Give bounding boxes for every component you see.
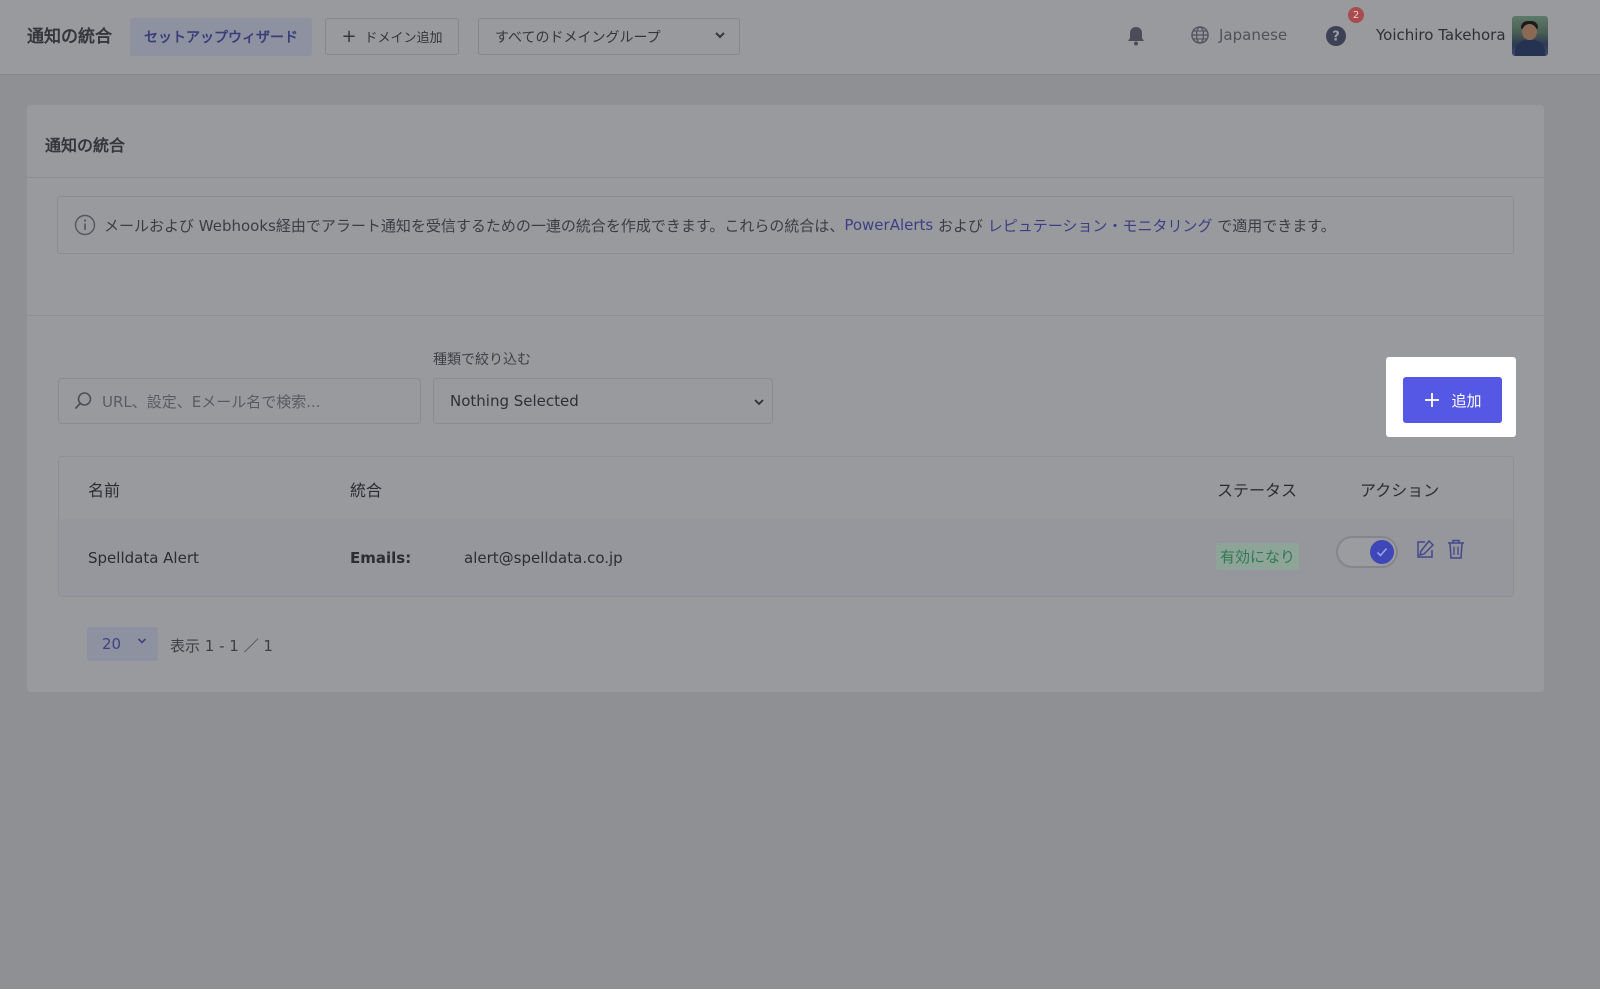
- page-title: 通知の統合: [45, 136, 126, 155]
- plus-icon: +: [341, 25, 357, 47]
- row-integration-value: alert@spelldata.co.jp: [464, 549, 623, 567]
- svg-text:?: ?: [1332, 30, 1340, 45]
- info-text-after: で適用できます。: [1212, 216, 1336, 235]
- language-label: Japanese: [1219, 26, 1288, 44]
- page-size-select[interactable]: 20: [87, 627, 158, 661]
- app-page-title: 通知の統合: [27, 27, 112, 47]
- poweralerts-link[interactable]: PowerAlerts: [844, 216, 933, 234]
- check-icon: [1370, 540, 1394, 564]
- avatar[interactable]: [1512, 16, 1548, 56]
- add-domain-label: ドメイン追加: [364, 31, 443, 46]
- status-badge: 有効になり: [1216, 543, 1300, 570]
- user-name[interactable]: Yoichiro Takehora: [1376, 26, 1506, 44]
- edit-icon[interactable]: [1414, 538, 1436, 560]
- column-header-status: ステータス: [1217, 481, 1298, 500]
- column-header-name: 名前: [88, 481, 121, 500]
- chevron-down-icon: [715, 32, 725, 39]
- column-header-actions: アクション: [1360, 481, 1440, 500]
- bell-icon[interactable]: [1124, 24, 1148, 48]
- search-input[interactable]: URL、設定、Eメール名で検索...: [58, 378, 421, 424]
- add-integration-button[interactable]: 追加: [1403, 377, 1502, 423]
- plus-icon: [1425, 393, 1440, 407]
- domain-group-select[interactable]: すべてのドメイングループ: [478, 18, 740, 55]
- language-selector[interactable]: Japanese: [1190, 25, 1287, 45]
- info-banner: メールおよび Webhooks経由でアラート通知を受信するための一連の統合を作成…: [57, 196, 1514, 254]
- type-filter-select[interactable]: Nothing Selected: [433, 378, 773, 424]
- search-icon: [73, 391, 93, 411]
- reputation-monitoring-link[interactable]: レピュテーション・モニタリング: [988, 215, 1213, 236]
- integrations-table: 名前 統合 ステータス アクション Spelldata Alert Emails…: [58, 456, 1514, 597]
- card-header: 通知の統合: [27, 105, 1544, 178]
- top-bar: 通知の統合 セットアップウィザード + ドメイン追加 すべてのドメイングループ …: [0, 0, 1600, 74]
- integrations-card: 通知の統合 メールおよび Webhooks経由でアラート通知を受信するための一連…: [27, 105, 1544, 692]
- add-domain-button[interactable]: + ドメイン追加: [325, 18, 459, 55]
- chevron-down-icon: [137, 638, 147, 644]
- domain-group-selected: すべてのドメイングループ: [495, 29, 661, 46]
- table-header: 名前 統合 ステータス アクション: [59, 457, 1513, 519]
- add-button-label: 追加: [1451, 391, 1482, 410]
- chevron-down-icon: [754, 399, 764, 406]
- info-text-before: メールおよび Webhooks経由でアラート通知を受信するための一連の統合を作成…: [104, 216, 845, 235]
- row-integration-label: Emails:: [350, 549, 412, 567]
- row-name: Spelldata Alert: [88, 549, 199, 567]
- table-row[interactable]: Spelldata Alert Emails: alert@spelldata.…: [59, 519, 1513, 596]
- help-notification-badge: 2: [1348, 7, 1364, 23]
- pagination-range: 表示 1 - 1 ／ 1: [170, 637, 273, 655]
- section-divider: [27, 315, 1544, 316]
- enable-toggle[interactable]: [1336, 536, 1398, 568]
- filter-label: 種類で絞り込む: [433, 352, 531, 368]
- globe-icon: [1191, 26, 1209, 44]
- trash-icon[interactable]: [1445, 538, 1467, 560]
- info-text-middle: および: [933, 216, 988, 235]
- info-icon: [74, 214, 96, 236]
- type-filter-selected: Nothing Selected: [450, 392, 579, 410]
- search-placeholder: URL、設定、Eメール名で検索...: [102, 392, 321, 411]
- add-button-highlight: 追加: [1386, 357, 1516, 437]
- column-header-integration: 統合: [350, 481, 383, 500]
- page-size-value: 20: [102, 635, 122, 653]
- setup-wizard-button[interactable]: セットアップウィザード: [130, 18, 312, 56]
- help-icon[interactable]: ?: [1325, 25, 1347, 47]
